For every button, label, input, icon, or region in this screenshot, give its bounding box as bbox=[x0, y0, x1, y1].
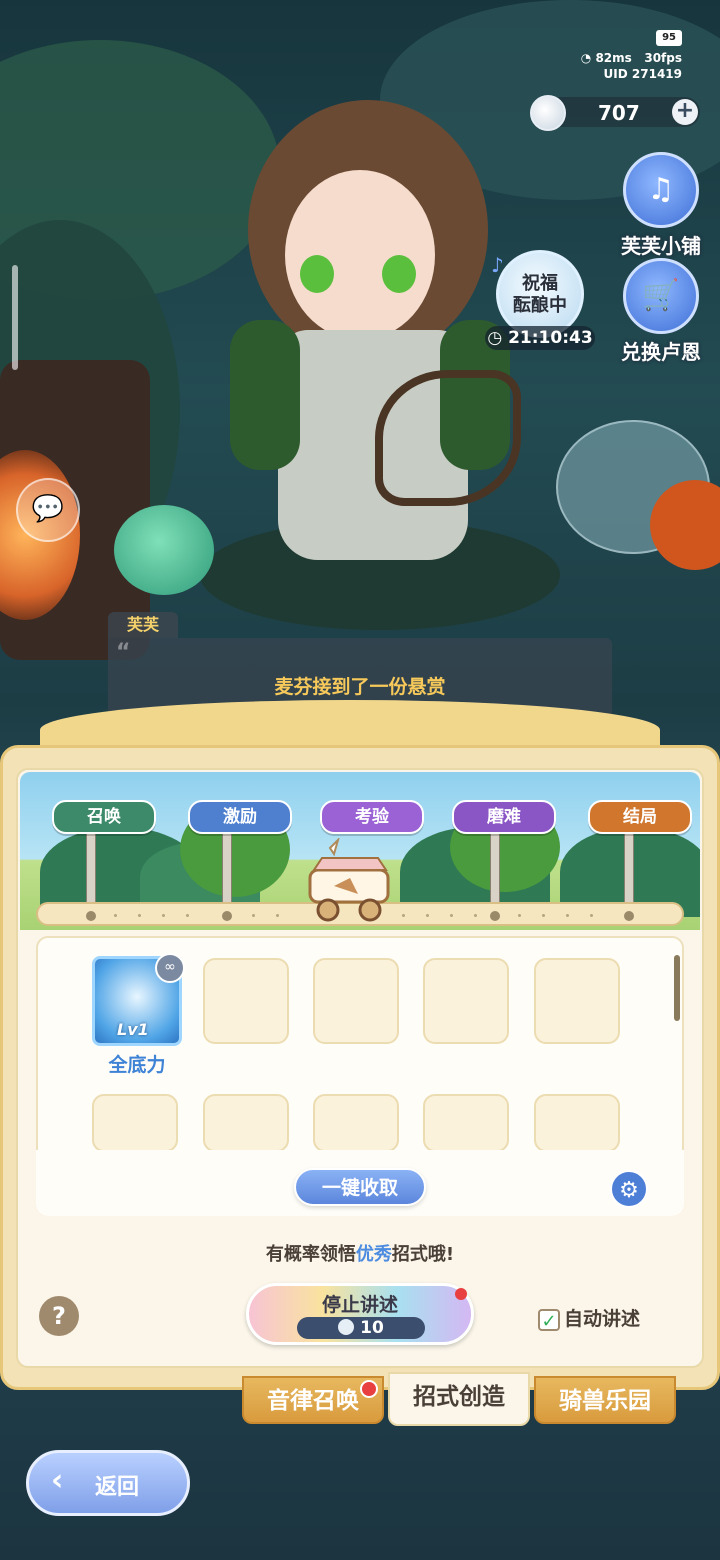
battery-indicator: 95 bbox=[656, 30, 682, 46]
music-note-icon: ♪ bbox=[491, 253, 504, 277]
stop-narration-label: 停止讲述 bbox=[321, 1294, 398, 1316]
skill-slot[interactable] bbox=[92, 1094, 178, 1152]
auto-narrate-toggle[interactable]: ✓ 自动讲述 bbox=[538, 1304, 641, 1332]
skill-level: Lv1 bbox=[117, 1020, 149, 1039]
chat-icon[interactable]: 💬 bbox=[16, 478, 80, 542]
blessing-timer: ◷ 21:10:43 bbox=[485, 326, 595, 350]
back-arrow-icon: ‹ bbox=[51, 1463, 64, 1498]
add-currency-button[interactable]: + bbox=[672, 99, 698, 125]
tab-mount-park[interactable]: 骑兽乐园 bbox=[534, 1376, 676, 1424]
wifi-icon: ◔ bbox=[580, 51, 592, 65]
uid-readout: UID 271419 bbox=[603, 67, 682, 81]
stage-sign-trial: 考验 bbox=[320, 800, 424, 834]
status-hud: 95 ◔ 82ms 30fps UID 271419 bbox=[581, 28, 682, 82]
dialogue-speaker: 芙芙 bbox=[108, 612, 178, 638]
dialogue-text: 麦芬接到了一份悬赏 bbox=[274, 676, 446, 698]
gear-icon[interactable]: ⚙ bbox=[610, 1170, 648, 1208]
link-icon: ∞ bbox=[155, 953, 185, 983]
skill-card[interactable]: ∞ Lv1 bbox=[92, 953, 185, 1046]
blessing-line1: 祝福 bbox=[522, 273, 558, 294]
skill-slot[interactable] bbox=[423, 1094, 509, 1152]
grid-scrollbar[interactable] bbox=[674, 955, 680, 1021]
stage-sign-hardship: 磨难 bbox=[452, 800, 556, 834]
back-button-label: 返回 bbox=[95, 1475, 140, 1500]
narration-cost: 10 bbox=[297, 1317, 425, 1339]
skill-slot[interactable] bbox=[423, 958, 509, 1044]
hint-highlight: 优秀 bbox=[355, 1244, 392, 1265]
notification-dot bbox=[455, 1288, 467, 1300]
skill-slot[interactable] bbox=[313, 1094, 399, 1152]
hint-text: 有概率领悟优秀招式哦! bbox=[0, 1240, 720, 1266]
hint-suffix: 招式哦! bbox=[391, 1244, 455, 1265]
notification-dot bbox=[360, 1380, 378, 1398]
open-quote-icon: “ bbox=[116, 640, 131, 665]
skill-name: 全底力 bbox=[108, 1054, 166, 1076]
tab-mount-park-label: 骑兽乐园 bbox=[559, 1388, 651, 1414]
tab-skill-creation[interactable]: 招式创造 bbox=[388, 1372, 530, 1426]
stage-sign-inspire: 激励 bbox=[188, 800, 292, 834]
skill-slot[interactable] bbox=[534, 1094, 620, 1152]
stage-sign-ending: 结局 bbox=[588, 800, 692, 834]
currency-value: 707 bbox=[598, 101, 640, 125]
help-button[interactable]: ? bbox=[39, 1296, 79, 1336]
skill-slot[interactable] bbox=[313, 958, 399, 1044]
clock-icon: ◷ bbox=[487, 328, 503, 348]
blessing-status[interactable]: ♪ 祝福 酝酿中 ◷ 21:10:43 bbox=[485, 250, 595, 350]
exchange-rune-label: 兑换卢恩 bbox=[621, 340, 701, 364]
skill-slot[interactable] bbox=[203, 958, 289, 1044]
ping-readout: 82ms bbox=[595, 51, 632, 65]
blessing-timer-value: 21:10:43 bbox=[508, 328, 593, 348]
skill-slot[interactable] bbox=[203, 1094, 289, 1152]
collect-all-button[interactable]: 一键收取 bbox=[294, 1168, 426, 1206]
skill-slot[interactable] bbox=[534, 958, 620, 1044]
stop-narration-button[interactable]: 停止讲述 10 bbox=[246, 1283, 474, 1345]
coin-icon bbox=[338, 1319, 355, 1335]
back-button[interactable]: ‹ 返回 bbox=[26, 1450, 190, 1516]
blessing-orb: ♪ 祝福 酝酿中 bbox=[491, 250, 584, 338]
story-cart-icon bbox=[308, 838, 390, 922]
tab-rhythm-summon[interactable]: 音律召唤 bbox=[242, 1376, 384, 1424]
hint-prefix: 有概率领悟 bbox=[265, 1244, 356, 1265]
shop-button[interactable]: ♫ 芙芙小铺 bbox=[606, 152, 716, 259]
exchange-rune-button[interactable]: 🛒 兑换卢恩 bbox=[606, 258, 716, 365]
tab-rhythm-summon-label: 音律召唤 bbox=[267, 1388, 359, 1414]
shop-button-label: 芙芙小铺 bbox=[621, 234, 701, 258]
shop-cart-icon: 🛒 bbox=[623, 258, 699, 334]
currency-bar: 707 + bbox=[530, 95, 700, 131]
harp-icon: ♫ bbox=[623, 152, 699, 228]
fps-readout: 30fps bbox=[644, 51, 682, 65]
coin-icon bbox=[530, 95, 566, 131]
stage-sign-summon: 召唤 bbox=[52, 800, 156, 834]
checkbox-checked-icon[interactable]: ✓ bbox=[538, 1308, 560, 1332]
narration-cost-value: 10 bbox=[360, 1318, 384, 1338]
blessing-line2: 酝酿中 bbox=[513, 295, 567, 316]
side-scroll-indicator bbox=[12, 265, 18, 370]
auto-narrate-label: 自动讲述 bbox=[564, 1308, 641, 1330]
tab-skill-creation-label: 招式创造 bbox=[413, 1384, 505, 1410]
